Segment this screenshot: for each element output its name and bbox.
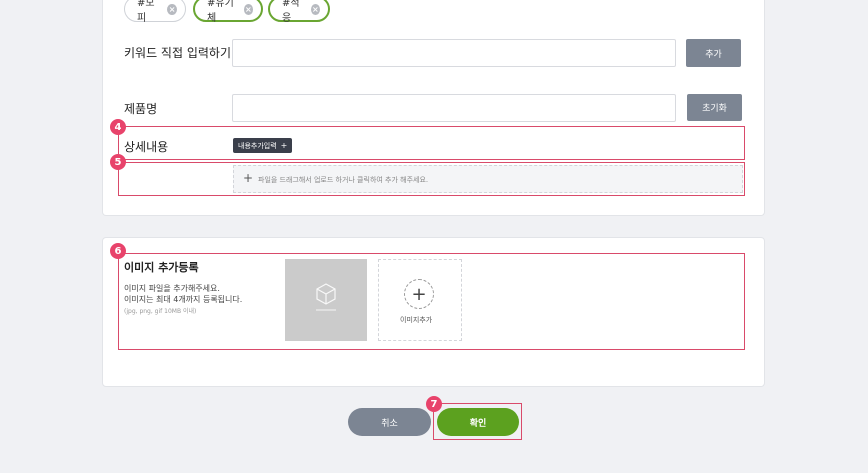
chip-label: 내용추가입력 xyxy=(238,141,277,150)
close-icon[interactable]: × xyxy=(310,3,320,15)
step-badge-4: 4 xyxy=(110,119,126,135)
tag-label: #모피 xyxy=(137,0,155,24)
close-icon[interactable]: × xyxy=(167,3,177,15)
plus-icon: + xyxy=(243,171,254,185)
dropzone-text: 파일을 드래그해서 업로드 하거나 클릭하여 추가 해주세요. xyxy=(258,176,429,184)
highlight-detail xyxy=(118,126,745,160)
plus-icon: + xyxy=(280,141,288,150)
tag-label: #유기체 xyxy=(207,0,234,24)
tag-label: #적응 xyxy=(282,0,300,24)
step-badge-5: 5 xyxy=(110,154,126,170)
product-name-label: 제품명 xyxy=(124,102,158,116)
step-badge-6: 6 xyxy=(110,243,126,259)
add-image-label: 이미지추가 xyxy=(400,316,433,324)
detail-label: 상세내용 xyxy=(124,140,169,154)
step-badge-7: 7 xyxy=(426,396,442,412)
tag-chip[interactable]: #유기체 × xyxy=(193,0,263,24)
keyword-input[interactable] xyxy=(232,39,676,67)
close-icon[interactable]: × xyxy=(243,3,253,15)
image-desc: 이미지는 최대 4개까지 등록됩니다. xyxy=(124,295,243,304)
cancel-button[interactable]: 취소 xyxy=(348,408,431,436)
plus-icon: + xyxy=(404,279,434,309)
image-format-note: (jpg, png, gif 10MB 이내) xyxy=(124,308,197,315)
reset-button[interactable]: 초기화 xyxy=(687,94,742,121)
keyword-label: 키워드 직접 입력하기 xyxy=(124,46,231,60)
tag-chip[interactable]: #모피 × xyxy=(124,0,186,24)
add-content-chip[interactable]: 내용추가입력 + xyxy=(233,138,293,153)
image-desc: 이미지 파일을 추가해주세요. xyxy=(124,284,220,293)
image-thumbnail[interactable] xyxy=(285,259,367,341)
tag-chip[interactable]: #적응 × xyxy=(268,0,330,24)
product-name-input[interactable] xyxy=(232,94,676,122)
add-keyword-button[interactable]: 추가 xyxy=(686,39,741,67)
box-icon xyxy=(316,283,336,311)
image-section-title: 이미지 추가등록 xyxy=(124,261,199,274)
confirm-button[interactable]: 확인 xyxy=(437,408,519,436)
